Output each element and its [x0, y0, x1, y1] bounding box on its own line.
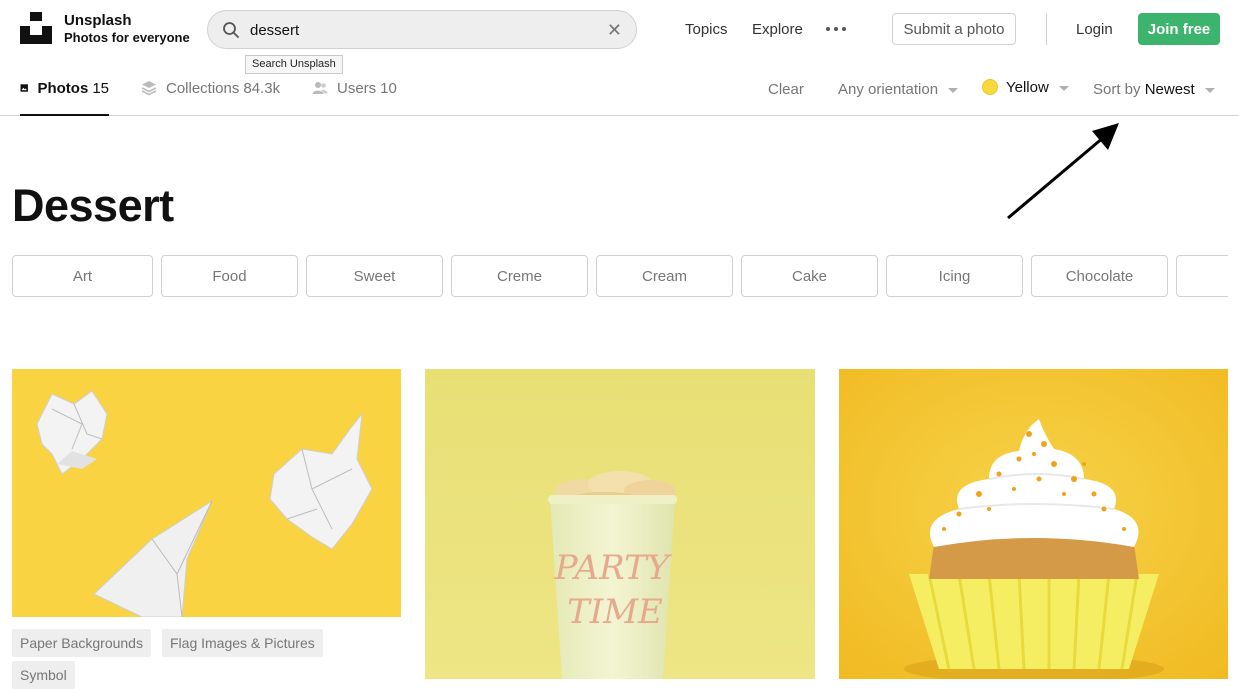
tab-users-label: Users	[337, 80, 377, 97]
yellow-swatch-icon	[982, 79, 998, 95]
related-chip[interactable]: Food	[161, 255, 298, 297]
image-icon	[20, 84, 28, 92]
join-free-button[interactable]: Join free	[1138, 13, 1220, 45]
chevron-down-icon	[1204, 87, 1215, 93]
color-filter[interactable]: Yellow	[982, 79, 1069, 96]
cup-text-party: PARTY	[554, 548, 673, 588]
photo-paper[interactable]	[12, 369, 401, 617]
photo-party-cup[interactable]: PARTY TIME	[425, 369, 815, 679]
photo-tag[interactable]: Symbol	[12, 661, 75, 689]
search-bar: ✕	[207, 10, 637, 49]
cup-text-time: TIME	[567, 592, 663, 632]
related-chip[interactable]: Icing	[886, 255, 1023, 297]
sort-value: Newest	[1144, 81, 1195, 98]
photo-party-cup-image: PARTY TIME	[425, 369, 815, 679]
page-title: Dessert	[12, 180, 174, 231]
chevron-down-icon	[948, 87, 959, 93]
search-icon[interactable]	[222, 21, 240, 39]
login-link[interactable]: Login	[1076, 21, 1113, 38]
tab-collections-count: 84.3k	[243, 80, 281, 97]
related-chip[interactable]: Cake	[741, 255, 878, 297]
tab-collections-label: Collections	[166, 80, 240, 97]
clear-filters-button[interactable]: Clear	[768, 81, 804, 98]
tab-users-count: 10	[380, 80, 397, 97]
submit-photo-button[interactable]: Submit a photo	[892, 13, 1016, 45]
photo-tag[interactable]: Flag Images & Pictures	[162, 629, 323, 657]
tab-users[interactable]: Users 10	[312, 80, 397, 116]
color-filter-label: Yellow	[1006, 79, 1049, 96]
tab-collections[interactable]: Collections 84.3k	[141, 80, 280, 116]
photo-paper-image	[12, 369, 401, 617]
sort-filter[interactable]: Sort by Newest	[1093, 81, 1215, 98]
more-dots-icon[interactable]	[826, 27, 846, 31]
tab-photos-count: 15	[92, 80, 109, 97]
photo-tag[interactable]: Paper Backgrounds	[12, 629, 151, 657]
related-chip[interactable]: Cream	[596, 255, 733, 297]
chevron-down-icon	[1058, 85, 1069, 91]
search-input[interactable]	[250, 19, 590, 41]
collections-icon	[141, 81, 157, 96]
related-chip-partial[interactable]	[1176, 255, 1228, 297]
tab-photos-label: Photos	[37, 80, 89, 97]
related-chip[interactable]: Sweet	[306, 255, 443, 297]
brand-tagline: Photos for everyone	[64, 30, 190, 45]
brand-name: Unsplash	[64, 12, 132, 29]
photo-cupcake-image	[839, 369, 1228, 679]
related-chip[interactable]: Creme	[451, 255, 588, 297]
nav-explore[interactable]: Explore	[752, 21, 803, 38]
orientation-filter-label: Any orientation	[838, 81, 939, 98]
top-header: Unsplash Photos for everyone ✕ Search Un…	[0, 0, 1239, 74]
header-divider	[1046, 13, 1047, 45]
photo-cupcake[interactable]	[839, 369, 1228, 679]
unsplash-logo-icon[interactable]	[20, 12, 52, 44]
tab-photos[interactable]: Photos 15	[20, 80, 109, 116]
related-searches: Art Food Sweet Creme Cream Cake Icing Ch…	[12, 255, 1228, 297]
sort-prefix: Sort by	[1093, 81, 1141, 98]
related-chip[interactable]: Art	[12, 255, 153, 297]
nav-topics[interactable]: Topics	[685, 21, 728, 38]
users-icon	[312, 82, 328, 94]
clear-search-icon[interactable]: ✕	[607, 20, 622, 41]
search-results-bar: Photos 15 Collections 84.3k Users 10 Cle…	[0, 60, 1239, 116]
brand[interactable]: Unsplash Photos for everyone	[64, 12, 190, 46]
related-chip[interactable]: Chocolate	[1031, 255, 1168, 297]
orientation-filter[interactable]: Any orientation	[838, 81, 959, 98]
